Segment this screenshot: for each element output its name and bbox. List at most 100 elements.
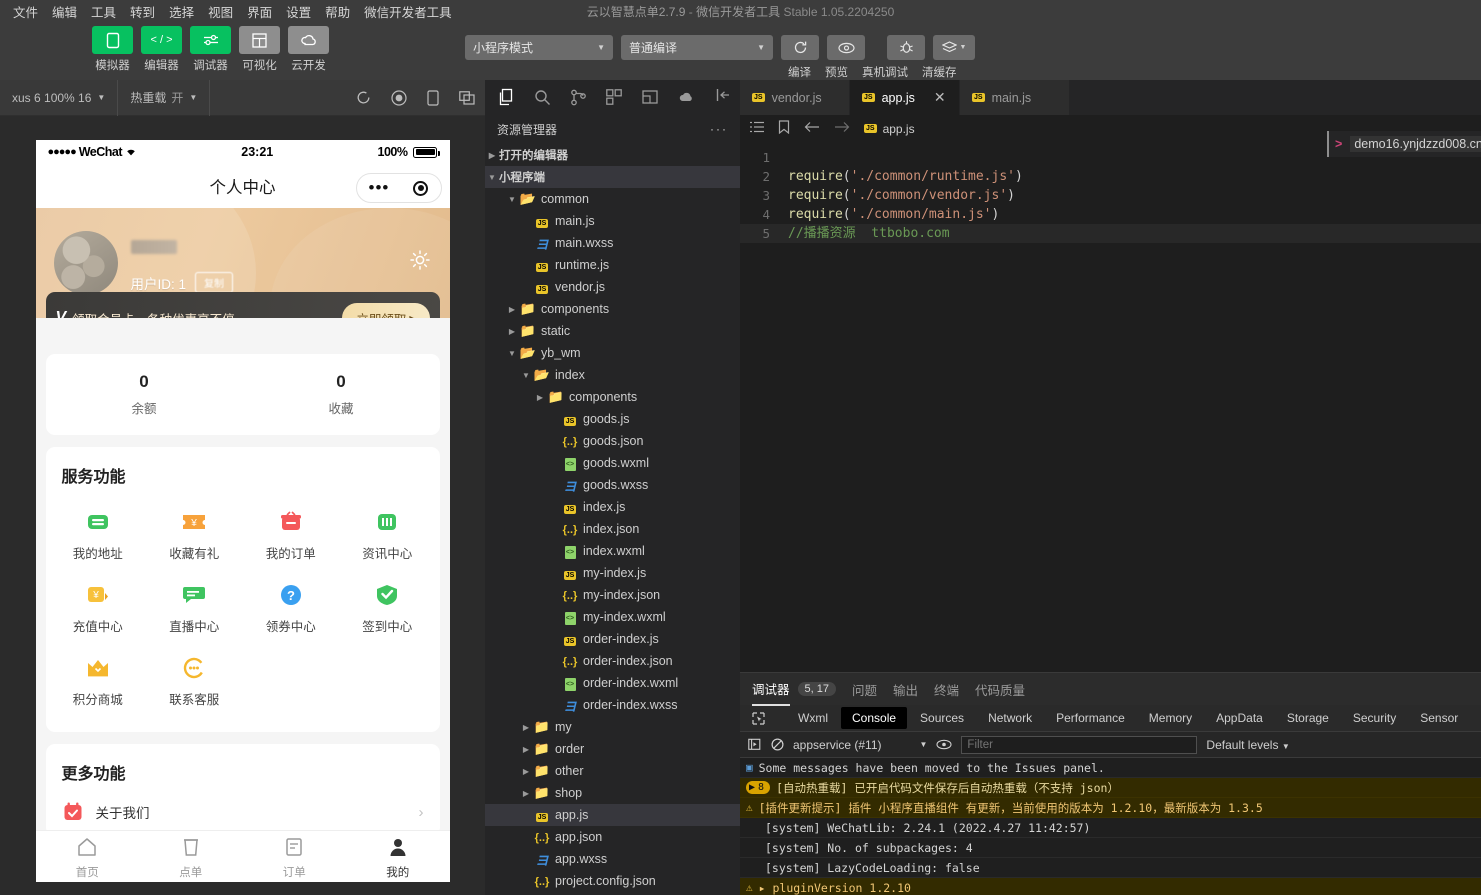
chevron-down-icon[interactable]: ▼ bbox=[485, 173, 499, 182]
tree-folder[interactable]: ▶ 📁 shop bbox=[485, 782, 740, 804]
service-item-1[interactable]: ¥ 收藏有礼 bbox=[146, 499, 243, 572]
console-log-row[interactable]: [system] WeChatLib: 2.24.1 (2022.4.27 11… bbox=[740, 818, 1481, 838]
code-line[interactable]: 3 require('./common/vendor.js') bbox=[740, 186, 1481, 205]
menu-item-6[interactable]: 界面 bbox=[240, 0, 279, 23]
chevron-right-icon[interactable]: ▶ bbox=[485, 151, 499, 160]
avatar[interactable] bbox=[53, 231, 118, 295]
tree-file[interactable]: <> my-index.wxml bbox=[485, 606, 740, 628]
tree-folder[interactable]: ▶ 📁 components bbox=[485, 386, 740, 408]
inspect-element-icon[interactable] bbox=[746, 711, 771, 725]
toolbar-button-debugger[interactable]: 调试器 bbox=[190, 26, 231, 73]
service-item-3[interactable]: 资讯中心 bbox=[339, 499, 436, 572]
device-select[interactable]: xus 6 100% 16 ▼ bbox=[0, 79, 119, 116]
service-item-9[interactable]: 联系客服 bbox=[146, 645, 243, 718]
chevron-right-icon[interactable]: ▶ bbox=[505, 327, 519, 336]
code-content[interactable]: 1 2 require('./common/runtime.js') 3 require… bbox=[740, 142, 1481, 243]
console-log-row[interactable]: [system] LazyCodeLoading: false bbox=[740, 858, 1481, 878]
tree-file[interactable]: ヨ main.wxss bbox=[485, 232, 740, 254]
tree-folder[interactable]: ▶ 📁 components bbox=[485, 298, 740, 320]
more-item-0[interactable]: 关于我们 › bbox=[46, 788, 440, 836]
console-filter-input[interactable] bbox=[961, 735, 1198, 754]
stat-item[interactable]: 0 余额 bbox=[46, 372, 243, 417]
tree-file[interactable]: ヨ app.wxss bbox=[485, 848, 740, 870]
source-control-icon[interactable] bbox=[565, 84, 591, 110]
tree-folder[interactable]: ▼ 📂 index bbox=[485, 364, 740, 386]
debugger-tab-2[interactable]: 输出 bbox=[893, 673, 918, 705]
close-icon[interactable]: ✕ bbox=[934, 89, 946, 106]
close-target-icon[interactable] bbox=[413, 180, 429, 196]
debugger-tab-4[interactable]: 代码质量 bbox=[975, 673, 1025, 705]
url-hint-popup[interactable]: > demo16.ynjdzzd008.cn bbox=[1327, 131, 1481, 157]
explorer-more-icon[interactable]: ··· bbox=[710, 122, 728, 136]
tree-file[interactable]: {..} order-index.json bbox=[485, 650, 740, 672]
tree-file[interactable]: JS goods.js bbox=[485, 408, 740, 430]
forward-arrow-icon[interactable] bbox=[834, 121, 850, 136]
tree-folder[interactable]: ▶ 📁 static bbox=[485, 320, 740, 342]
console-log-row[interactable]: ▶ 8 [自动热重载] 已开启代码文件保存后自动热重载（不支持 json） bbox=[740, 778, 1481, 798]
real-device-debug-button[interactable] bbox=[887, 35, 925, 60]
preview-button[interactable] bbox=[827, 35, 865, 60]
debugger-tab-1[interactable]: 问题 bbox=[852, 673, 877, 705]
console-log-row[interactable]: ▣ Some messages have been moved to the Is… bbox=[740, 758, 1481, 778]
settings-gear-icon[interactable] bbox=[408, 248, 432, 277]
devtools-tab-appdata[interactable]: AppData bbox=[1205, 707, 1274, 729]
wechat-capsule-button[interactable]: ••• bbox=[355, 173, 442, 203]
menu-item-3[interactable]: 转到 bbox=[123, 0, 162, 23]
tree-folder[interactable]: ▶ 📁 my bbox=[485, 716, 740, 738]
tabbar-item-2[interactable]: 订单 bbox=[243, 831, 347, 882]
search-icon[interactable] bbox=[529, 84, 555, 110]
chevron-right-icon[interactable]: ▶ bbox=[519, 767, 533, 776]
devtools-tab-memory[interactable]: Memory bbox=[1138, 707, 1203, 729]
devtools-tab-sources[interactable]: Sources bbox=[909, 707, 975, 729]
extensions-icon[interactable] bbox=[601, 84, 627, 110]
code-line[interactable]: 2 require('./common/runtime.js') bbox=[740, 167, 1481, 186]
service-item-8[interactable]: 积分商城 bbox=[50, 645, 147, 718]
vip-claim-button[interactable]: 立即领取▶ bbox=[342, 302, 430, 318]
chevron-down-icon[interactable]: ▼ bbox=[505, 195, 519, 204]
devtools-tab-console[interactable]: Console bbox=[841, 707, 908, 729]
compile-button[interactable] bbox=[781, 35, 819, 60]
service-item-4[interactable]: ¥ 充值中心 bbox=[50, 572, 147, 645]
chevron-right-icon[interactable]: ▶ bbox=[533, 393, 547, 402]
editor-tab-0[interactable]: JS vendor.js bbox=[740, 80, 850, 115]
collapse-sidebar-icon[interactable] bbox=[716, 88, 732, 107]
compile-select[interactable]: 普通编译 ▼ bbox=[621, 35, 773, 60]
tree-folder[interactable]: ▼ 📂 common bbox=[485, 188, 740, 210]
service-item-5[interactable]: 直播中心 bbox=[146, 572, 243, 645]
chevron-right-icon[interactable]: ▶ bbox=[505, 305, 519, 314]
menu-item-8[interactable]: 帮助 bbox=[318, 0, 357, 23]
tree-file[interactable]: {..} project.config.json bbox=[485, 870, 740, 892]
devtools-tab-network[interactable]: Network bbox=[977, 707, 1043, 729]
toolbar-button-cloud[interactable]: 云开发 bbox=[288, 26, 329, 73]
tree-file[interactable]: JS runtime.js bbox=[485, 254, 740, 276]
toolbar-label-real-device[interactable]: 真机调试 bbox=[862, 64, 908, 80]
hot-reload-toggle[interactable]: 热重载 开 ▼ bbox=[118, 79, 211, 116]
chevron-down-icon[interactable]: ▼ bbox=[519, 371, 533, 380]
devtools-tab-m[interactable]: M bbox=[1471, 707, 1481, 729]
chevron-right-icon[interactable]: ▶ bbox=[519, 745, 533, 754]
tree-section-0[interactable]: ▶ 打开的编辑器 bbox=[485, 144, 740, 166]
context-select[interactable]: appservice (#11) ▼ bbox=[793, 738, 927, 752]
stat-item[interactable]: 0 收藏 bbox=[243, 372, 440, 417]
tree-file[interactable]: ヨ order-index.wxss bbox=[485, 694, 740, 716]
console-log-row[interactable]: ⚠ ▸ pluginVersion 1.2.10 bbox=[740, 878, 1481, 895]
tree-folder[interactable]: ▼ 📂 yb_wm bbox=[485, 342, 740, 364]
menu-item-4[interactable]: 选择 bbox=[162, 0, 201, 23]
chevron-down-icon[interactable]: ▼ bbox=[505, 349, 519, 358]
devtools-tab-storage[interactable]: Storage bbox=[1276, 707, 1340, 729]
editor-tab-1[interactable]: JS app.js ✕ bbox=[850, 80, 960, 115]
toolbar-button-visualization[interactable]: 可视化 bbox=[239, 26, 280, 73]
tree-file[interactable]: JS my-index.js bbox=[485, 562, 740, 584]
tree-file[interactable]: {..} index.json bbox=[485, 518, 740, 540]
toolbar-button-editor[interactable]: < / > 编辑器 bbox=[141, 26, 182, 73]
clear-cache-button[interactable]: ▼ bbox=[933, 35, 975, 60]
tree-file[interactable]: <> order-index.wxml bbox=[485, 672, 740, 694]
console-log-row[interactable]: [system] No. of subpackages: 4 bbox=[740, 838, 1481, 858]
chevron-right-icon[interactable]: ▶ bbox=[519, 723, 533, 732]
tree-file[interactable]: JS main.js bbox=[485, 210, 740, 232]
tree-file[interactable]: JS order-index.js bbox=[485, 628, 740, 650]
chevron-right-icon[interactable]: ▶ bbox=[519, 789, 533, 798]
menu-item-2[interactable]: 工具 bbox=[84, 0, 123, 23]
vip-card-banner[interactable]: V 领取会员卡，各种优惠享不停 立即领取▶ bbox=[45, 292, 440, 318]
tree-file[interactable]: {..} app.json bbox=[485, 826, 740, 848]
